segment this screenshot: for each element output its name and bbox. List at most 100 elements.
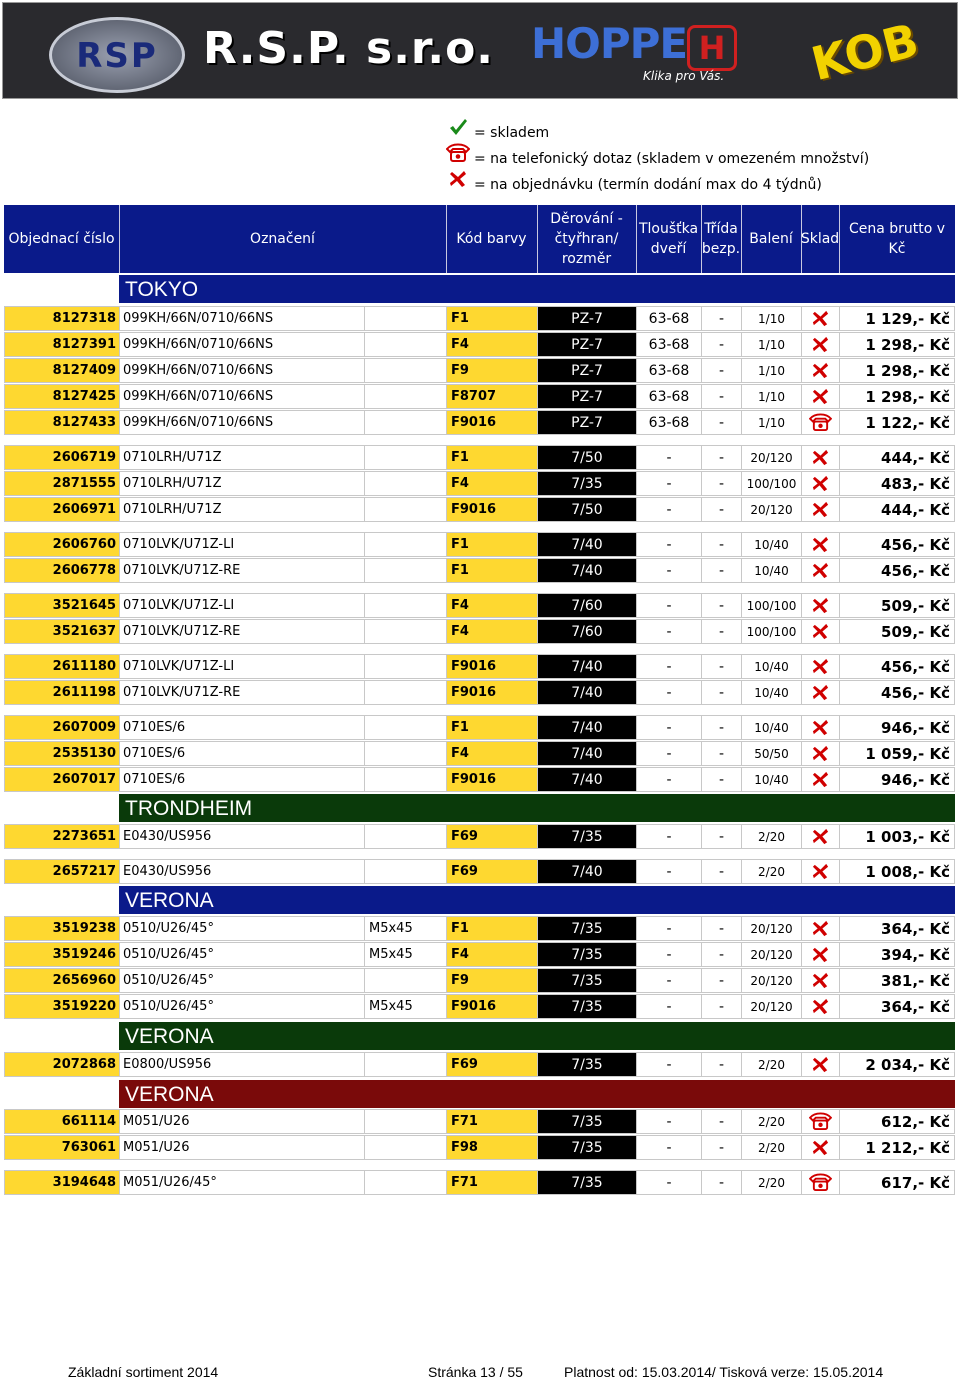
security-class-cell: - <box>701 384 741 408</box>
order-number-cell: 8127318 <box>4 306 119 330</box>
table-row: 3519246 0510/U26/45° M5x45 F4 7/35- -20/120 39… <box>4 942 955 967</box>
col-order-no-label: Objednací číslo <box>8 231 115 247</box>
rose-spec-cell: 7/40 <box>537 859 636 883</box>
packaging-cell: 100/100 <box>741 619 801 643</box>
cross-icon <box>801 619 839 643</box>
price-cell: 1 003,- Kč <box>839 824 955 848</box>
screw-size-cell <box>364 654 446 678</box>
price-cell: 612,- Kč <box>839 1109 955 1133</box>
security-class-cell: - <box>701 824 741 848</box>
hoppe-slogan: Klika pro Vás. <box>643 69 725 83</box>
product-name-cell: 0710LRH/U71Z <box>119 445 364 469</box>
col-thickness: Tloušťka dveří <box>636 205 702 273</box>
door-thickness-cell: - <box>636 445 701 469</box>
section-heading: TOKYO <box>119 275 955 303</box>
screw-size-cell: M5x45 <box>364 942 446 966</box>
security-class-cell: - <box>701 1135 741 1159</box>
hoppe-h-mark: H <box>687 25 737 71</box>
order-number-cell: 2607017 <box>4 767 119 791</box>
rsp-logo-text: RSP <box>76 36 158 76</box>
packaging-cell: 1/10 <box>741 358 801 382</box>
color-code-cell: F1 <box>446 916 537 940</box>
order-number-cell: 661114 <box>4 1109 119 1133</box>
price-cell: 1 298,- Kč <box>839 358 955 382</box>
table-row: 2611180 0710LVK/U71Z-LI F9016 7/40- -10/40 45… <box>4 654 955 679</box>
product-name-cell: 0710LVK/U71Z-RE <box>119 558 364 582</box>
color-code-cell: F9016 <box>446 994 537 1018</box>
door-thickness-cell: 63-68 <box>636 332 701 356</box>
rose-spec-cell: 7/40 <box>537 558 636 582</box>
legend-item: = na telefonický dotaz (skladem v omezen… <box>445 143 869 167</box>
product-name-cell: 099KH/66N/0710/66NS <box>119 306 364 330</box>
cross-icon <box>801 994 839 1018</box>
door-thickness-cell: 63-68 <box>636 306 701 330</box>
price-cell: 1 212,- Kč <box>839 1135 955 1159</box>
rose-spec-cell: PZ-7 <box>537 306 636 330</box>
col-price-label: Cena brutto v Kč <box>848 221 946 257</box>
packaging-cell: 1/10 <box>741 384 801 408</box>
product-name-cell: 0710LVK/U71Z-LI <box>119 654 364 678</box>
security-class-cell: - <box>701 358 741 382</box>
cross-icon <box>801 1052 839 1076</box>
security-class-cell: - <box>701 306 741 330</box>
rose-spec-cell: 7/50 <box>537 497 636 521</box>
price-cell: 946,- Kč <box>839 767 955 791</box>
door-thickness-cell: - <box>636 654 701 678</box>
door-thickness-cell: - <box>636 471 701 495</box>
table-row: 2606760 0710LVK/U71Z-LI F1 7/40- -10/40 456,-… <box>4 532 955 557</box>
cross-icon <box>801 1135 839 1159</box>
door-thickness-cell: - <box>636 767 701 791</box>
hoppe-logo: HOPPE H Klika pro Vás. <box>531 19 749 87</box>
legend-item: = skladem <box>446 117 549 141</box>
table-row: 8127391 099KH/66N/0710/66NS F4 PZ-7 63-68-1/… <box>4 332 955 357</box>
product-name-cell: 0510/U26/45° <box>119 916 364 940</box>
rose-spec-cell: PZ-7 <box>537 384 636 408</box>
security-class-cell: - <box>701 994 741 1018</box>
price-cell: 1 129,- Kč <box>839 306 955 330</box>
color-code-cell: F1 <box>446 306 537 330</box>
packaging-cell: 1/10 <box>741 306 801 330</box>
door-thickness-cell: - <box>636 916 701 940</box>
door-thickness-cell: - <box>636 968 701 992</box>
packaging-cell: 20/120 <box>741 942 801 966</box>
order-number-cell: 2606971 <box>4 497 119 521</box>
table-row: 3521645 0710LVK/U71Z-LI F4 7/60- -100/100 509… <box>4 593 955 618</box>
cross-icon <box>801 445 839 469</box>
col-color-label: Kód barvy <box>456 231 527 247</box>
cross-icon <box>801 916 839 940</box>
cross-icon <box>801 767 839 791</box>
screw-size-cell <box>364 445 446 469</box>
col-rose: Děrování - čtyřhran/ rozměr <box>537 205 637 273</box>
rose-spec-cell: 7/40 <box>537 767 636 791</box>
footer-page: Stránka 13 / 55 <box>428 1364 523 1380</box>
table-row: 2273651 E0430/US956 F69 7/35- -2/20 1 003,- K… <box>4 824 955 849</box>
price-cell: 394,- Kč <box>839 942 955 966</box>
order-number-cell: 2273651 <box>4 824 119 848</box>
table-row: 2656960 0510/U26/45° F9 7/35- -20/120 381,- K… <box>4 968 955 993</box>
packaging-cell: 10/40 <box>741 715 801 739</box>
security-class-cell: - <box>701 1170 741 1194</box>
security-class-cell: - <box>701 332 741 356</box>
door-thickness-cell: - <box>636 824 701 848</box>
color-code-cell: F9016 <box>446 767 537 791</box>
order-number-cell: 8127409 <box>4 358 119 382</box>
rose-spec-cell: 7/35 <box>537 942 636 966</box>
phone-icon <box>801 410 839 434</box>
col-rose-label-2: čtyřhran/ <box>554 231 619 247</box>
door-thickness-cell: - <box>636 741 701 765</box>
color-code-cell: F98 <box>446 1135 537 1159</box>
screw-size-cell <box>364 532 446 556</box>
security-class-cell: - <box>701 558 741 582</box>
color-code-cell: F4 <box>446 332 537 356</box>
order-number-cell: 8127425 <box>4 384 119 408</box>
price-cell: 456,- Kč <box>839 654 955 678</box>
header-banner: RSP R.S.P. s.r.o. HOPPE H Klika pro Vás.… <box>2 2 958 99</box>
price-cell: 509,- Kč <box>839 619 955 643</box>
order-number-cell: 2607009 <box>4 715 119 739</box>
rose-spec-cell: PZ-7 <box>537 358 636 382</box>
packaging-cell: 50/50 <box>741 741 801 765</box>
cross-icon <box>801 332 839 356</box>
order-number-cell: 3519238 <box>4 916 119 940</box>
rose-spec-cell: 7/40 <box>537 532 636 556</box>
color-code-cell: F8707 <box>446 384 537 408</box>
